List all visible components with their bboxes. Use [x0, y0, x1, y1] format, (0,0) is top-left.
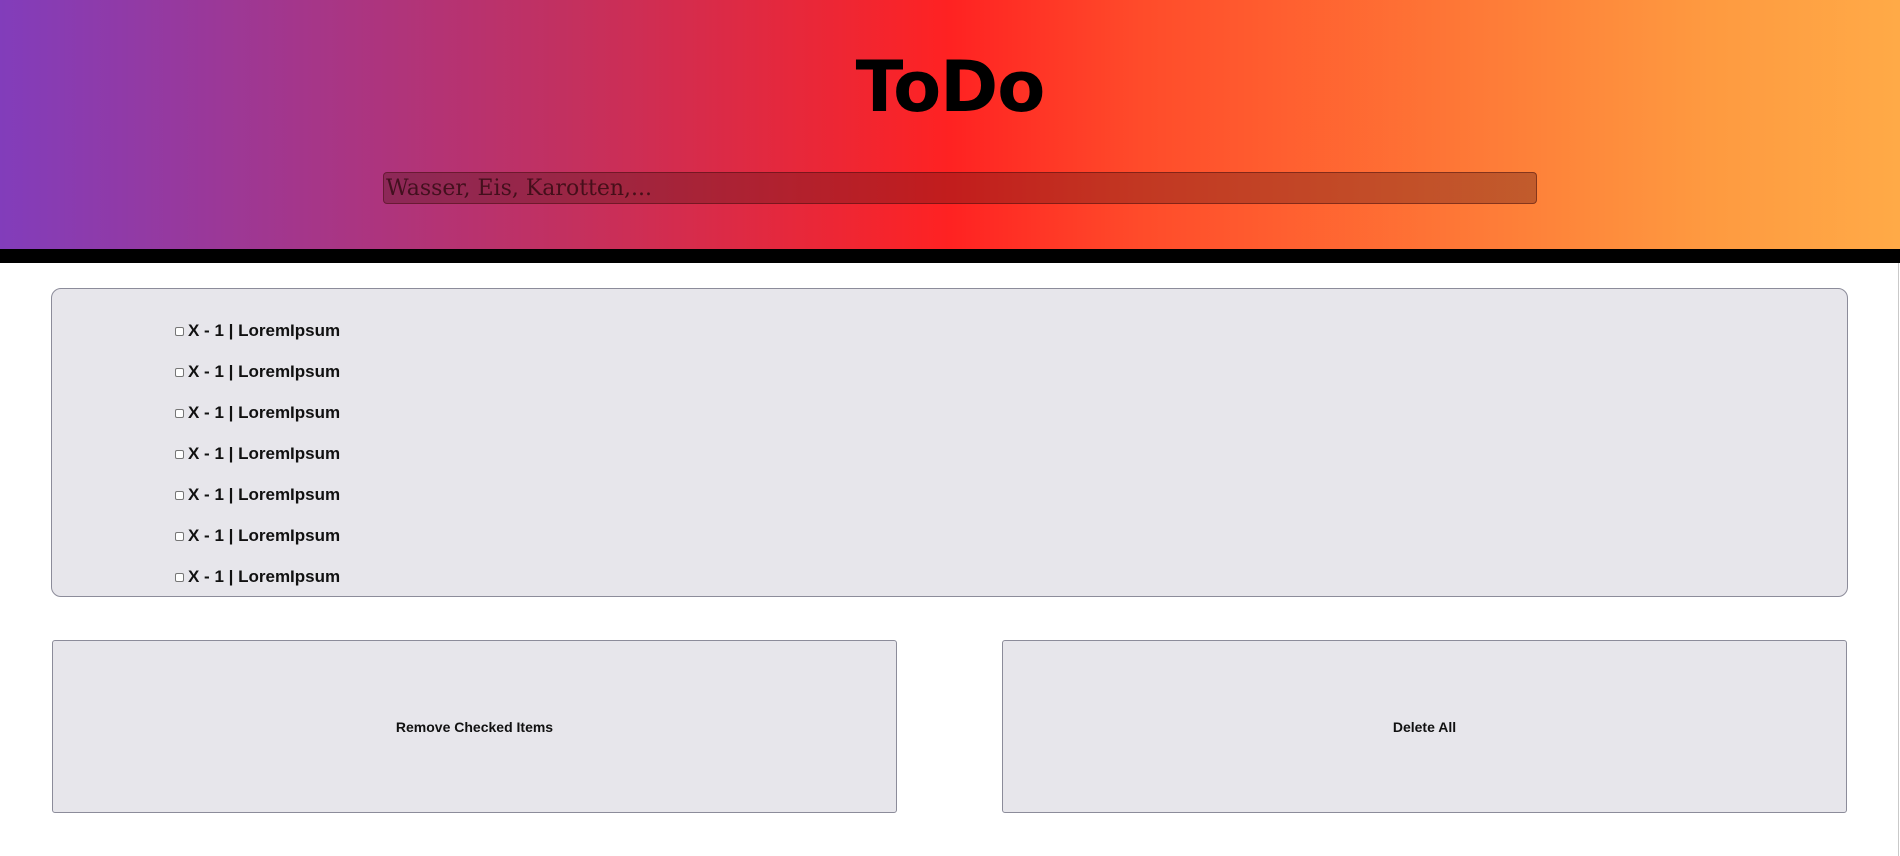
- todo-input[interactable]: [383, 172, 1537, 204]
- todo-list: X - 1 | LoremIpsum X - 1 | LoremIpsum X …: [175, 310, 340, 597]
- todo-list-panel: X - 1 | LoremIpsum X - 1 | LoremIpsum X …: [51, 288, 1848, 597]
- item-checkbox[interactable]: [175, 450, 184, 459]
- header-divider: [0, 249, 1900, 263]
- item-label: X - 1 | LoremIpsum: [188, 361, 341, 381]
- list-item: X - 1 | LoremIpsum: [175, 433, 340, 474]
- item-checkbox[interactable]: [175, 368, 184, 377]
- list-item: X - 1 | LoremIpsum: [175, 556, 340, 597]
- list-item: X - 1 | LoremIpsum: [175, 474, 340, 515]
- list-item: X - 1 | LoremIpsum: [175, 515, 340, 556]
- item-label: X - 1 | LoremIpsum: [188, 320, 341, 340]
- header-banner: ToDo: [0, 0, 1900, 249]
- page-edge-divider: [1898, 263, 1899, 856]
- delete-all-button[interactable]: Delete All: [1002, 640, 1847, 813]
- page-title: ToDo: [855, 46, 1046, 128]
- item-checkbox[interactable]: [175, 573, 184, 582]
- item-label: X - 1 | LoremIpsum: [188, 484, 341, 504]
- remove-checked-button[interactable]: Remove Checked Items: [52, 640, 897, 813]
- item-checkbox[interactable]: [175, 409, 184, 418]
- item-label: X - 1 | LoremIpsum: [188, 525, 341, 545]
- todo-page: ToDo X - 1 | LoremIpsum X - 1 | LoremIps…: [0, 0, 1900, 856]
- item-checkbox[interactable]: [175, 491, 184, 500]
- item-checkbox[interactable]: [175, 532, 184, 541]
- list-item: X - 1 | LoremIpsum: [175, 351, 340, 392]
- item-label: X - 1 | LoremIpsum: [188, 402, 341, 422]
- item-checkbox[interactable]: [175, 327, 184, 336]
- list-item: X - 1 | LoremIpsum: [175, 310, 340, 351]
- list-item: X - 1 | LoremIpsum: [175, 392, 340, 433]
- item-label: X - 1 | LoremIpsum: [188, 566, 341, 586]
- item-label: X - 1 | LoremIpsum: [188, 443, 341, 463]
